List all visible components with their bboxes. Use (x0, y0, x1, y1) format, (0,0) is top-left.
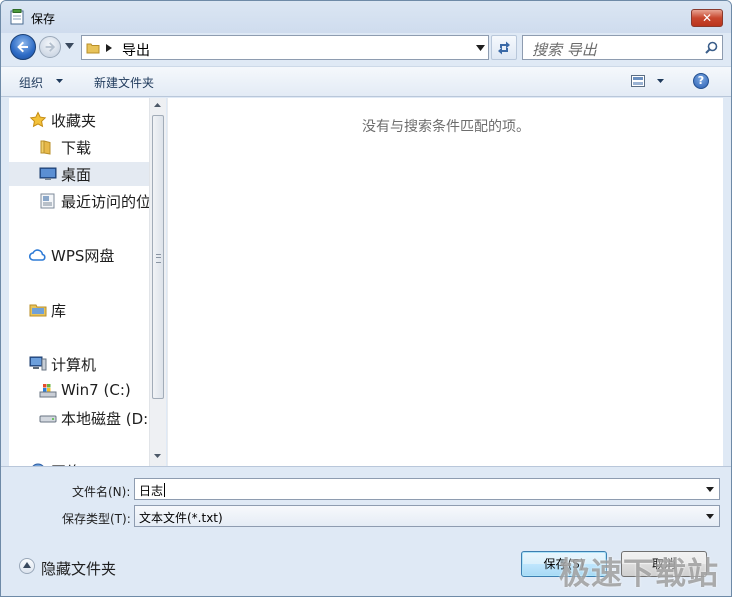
help-button[interactable]: ? (693, 73, 709, 89)
sidebar-item-label: 计算机 (51, 356, 97, 374)
library-icon (29, 304, 47, 317)
title-bar: 保存 ✕ (1, 1, 731, 33)
grip-icon (156, 254, 161, 263)
filename-label: 文件名(N): (72, 485, 131, 499)
search-box[interactable]: 搜索 导出 (522, 35, 723, 60)
file-list[interactable]: 没有与搜索条件匹配的项。 (167, 98, 723, 466)
navigation-pane-scrollbar[interactable] (149, 98, 166, 466)
sidebar-item-label: 桌面 (61, 166, 92, 184)
sidebar-item-label: WPS网盘 (51, 247, 115, 265)
forward-arrow-icon (45, 42, 56, 52)
cloud-icon (29, 249, 46, 261)
search-input[interactable]: 搜索 导出 (532, 39, 597, 60)
views-icon[interactable] (631, 75, 645, 87)
refresh-button[interactable] (491, 35, 517, 60)
sidebar-item-libraries[interactable]: 库 (29, 298, 147, 322)
save-dialog-icon (10, 9, 24, 25)
hide-folders-toggle[interactable] (19, 558, 35, 574)
save-dialog: 保存 ✕ 导出 搜索 导出 组织 新建文件夹 ? 收藏夹 下载 桌面 最近访问的… (0, 0, 732, 597)
organize-menu[interactable]: 组织 (19, 74, 43, 91)
sidebar-item-label: 下载 (61, 139, 92, 157)
navigation-pane: 收藏夹 下载 桌面 最近访问的位 WPS网盘 库 计算机 Win7 (C:) 本… (9, 98, 149, 466)
chevron-down-icon[interactable] (476, 45, 485, 51)
filetype-select[interactable]: 文本文件(*.txt) (134, 505, 720, 527)
back-arrow-icon (17, 41, 28, 53)
desktop-icon (39, 167, 57, 180)
chevron-down-icon[interactable] (706, 487, 714, 492)
breadcrumb-segment[interactable]: 导出 (122, 40, 150, 60)
system-drive-icon (39, 384, 57, 398)
chevron-down-icon[interactable] (706, 514, 714, 519)
sidebar-item-drive-c[interactable]: Win7 (C:) (39, 379, 147, 403)
computer-icon (29, 356, 47, 371)
sidebar-item-label: 收藏夹 (51, 112, 97, 130)
recent-places-icon (40, 193, 55, 209)
chevron-up-icon (23, 562, 31, 568)
filetype-label: 保存类型(T): (62, 512, 131, 526)
back-button[interactable] (10, 34, 36, 60)
scroll-down-icon[interactable] (154, 454, 161, 458)
watermark: 极速下载站 (559, 556, 719, 592)
address-bar[interactable]: 导出 (81, 35, 489, 60)
navigation-bar: 导出 搜索 导出 (1, 33, 731, 63)
save-options: 文件名(N): 日志 保存类型(T): 文本文件(*.txt) 隐藏文件夹 保存… (1, 466, 731, 596)
close-icon: ✕ (701, 11, 713, 25)
close-button[interactable]: ✕ (691, 9, 723, 27)
empty-results-message: 没有与搜索条件匹配的项。 (362, 119, 530, 135)
sidebar-item-label: 库 (51, 302, 67, 320)
folder-icon (86, 43, 100, 54)
disk-drive-icon (39, 415, 57, 423)
filename-field[interactable]: 日志 (134, 478, 720, 500)
window-title: 保存 (31, 12, 56, 26)
sidebar-item-network[interactable]: 网络 (29, 459, 147, 466)
chevron-down-icon[interactable] (657, 79, 664, 83)
sidebar-item-label: 最近访问的位 (61, 193, 149, 211)
recent-pages-dropdown-icon[interactable] (65, 42, 74, 50)
forward-button[interactable] (39, 36, 61, 58)
sidebar-item-drive-d[interactable]: 本地磁盘 (D: (39, 406, 149, 430)
sidebar-item-computer[interactable]: 计算机 (29, 352, 147, 376)
sidebar-item-downloads[interactable]: 下载 (39, 135, 147, 159)
sidebar-item-wps-cloud[interactable]: WPS网盘 (29, 243, 147, 267)
refresh-icon (498, 41, 510, 55)
new-folder-button[interactable]: 新建文件夹 (94, 74, 154, 91)
sidebar-item-recent-places[interactable]: 最近访问的位 (39, 189, 149, 213)
scroll-up-icon[interactable] (154, 103, 161, 107)
filetype-selected: 文本文件(*.txt) (139, 511, 223, 525)
sidebar-item-favorites[interactable]: 收藏夹 (29, 108, 147, 132)
sidebar-item-label: 本地磁盘 (D: (61, 410, 149, 428)
chevron-down-icon[interactable] (56, 79, 63, 83)
folder-icon (40, 140, 51, 155)
command-bar: 组织 新建文件夹 ? (1, 66, 731, 97)
text-caret (164, 483, 166, 497)
filename-input[interactable]: 日志 (139, 482, 166, 499)
scrollbar-thumb[interactable] (152, 115, 164, 399)
star-icon (29, 111, 47, 128)
sidebar-item-label: Win7 (C:) (61, 381, 131, 399)
breadcrumb-arrow-icon[interactable] (106, 44, 112, 52)
search-icon[interactable] (705, 41, 718, 54)
sidebar-item-desktop[interactable]: 桌面 (9, 162, 149, 186)
hide-folders-label[interactable]: 隐藏文件夹 (41, 558, 116, 579)
